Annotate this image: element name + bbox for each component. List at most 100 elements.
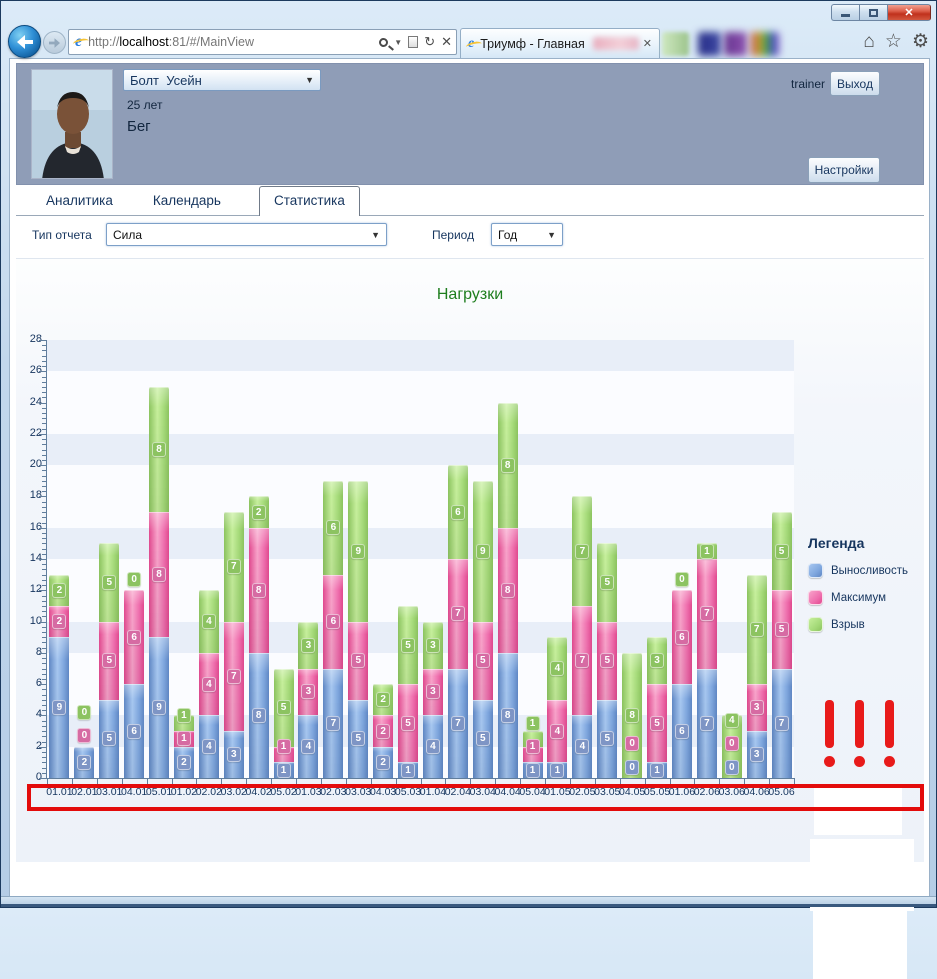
- home-icon[interactable]: ⌂: [863, 31, 874, 53]
- y-minor-tick: [42, 538, 46, 540]
- blurred-shortcut: [751, 32, 779, 56]
- bar-value-badge: 6: [674, 629, 689, 645]
- stop-icon[interactable]: ✕: [441, 34, 452, 50]
- y-minor-tick: [42, 637, 46, 639]
- y-axis-label: 8: [35, 645, 42, 658]
- athlete-name: Болт Усейн: [130, 72, 202, 88]
- report-type-select[interactable]: Сила ▼: [106, 223, 387, 246]
- y-axis-label: 6: [35, 677, 42, 690]
- bar-value-badge: 3: [226, 747, 241, 763]
- bar-value-badge: 4: [550, 661, 565, 676]
- favorites-star-icon[interactable]: ☆: [885, 31, 902, 53]
- bar-value-badge: 7: [749, 621, 764, 637]
- title-bar[interactable]: ✕: [1, 1, 936, 23]
- profile-panel: Болт Усейн ▼ 25 лет Бег trainer Выход На…: [16, 63, 924, 185]
- bar-value-badge: 1: [525, 762, 540, 778]
- compatibility-view-icon[interactable]: [408, 36, 419, 48]
- y-minor-tick: [42, 397, 46, 399]
- search-icon[interactable]: [379, 37, 389, 47]
- bar-value-badge: 2: [176, 754, 191, 770]
- y-minor-tick: [42, 350, 46, 352]
- bar-value-badge: 5: [774, 621, 789, 637]
- bar-value-badge: 4: [575, 739, 590, 755]
- y-minor-tick: [42, 741, 46, 743]
- y-minor-tick: [42, 689, 46, 691]
- minimize-button[interactable]: [831, 4, 859, 21]
- y-minor-tick: [42, 668, 46, 670]
- tools-gear-icon[interactable]: ⚙: [912, 31, 929, 53]
- y-minor-tick: [42, 632, 46, 633]
- chevron-down-icon: ▼: [371, 229, 380, 240]
- y-minor-tick: [42, 522, 46, 524]
- y-minor-tick: [42, 553, 46, 555]
- bar-value-badge: 5: [351, 731, 366, 747]
- legend-item: Максимум: [808, 590, 928, 605]
- y-minor-tick: [42, 720, 46, 722]
- y-minor-tick: [42, 605, 46, 607]
- chart-title: Нагрузки: [436, 286, 504, 303]
- y-minor-tick: [42, 360, 46, 362]
- maximize-button[interactable]: [859, 4, 887, 21]
- bar-value-badge: 7: [450, 606, 465, 622]
- refresh-icon[interactable]: ↻: [424, 34, 435, 50]
- y-minor-tick: [42, 480, 46, 482]
- y-minor-tick: [42, 579, 46, 581]
- bar-value-badge: 1: [525, 715, 540, 731]
- bar-value-badge: 8: [152, 442, 167, 457]
- bar-value-badge: 3: [650, 653, 665, 669]
- bar-value-badge: 4: [201, 739, 216, 755]
- y-minor-tick: [42, 532, 46, 534]
- bar-value-badge: 8: [251, 707, 266, 723]
- search-dropdown-icon[interactable]: ▼: [394, 38, 402, 47]
- y-minor-tick: [42, 486, 46, 487]
- y-minor-tick: [42, 647, 46, 649]
- browser-tab[interactable]: e Триумф - Главная ✕: [460, 28, 660, 58]
- y-axis-label: 24: [29, 395, 42, 408]
- address-bar[interactable]: e http://localhost:81/#/MainView ▼ ↻ ✕: [68, 29, 457, 55]
- logout-button[interactable]: Выход: [830, 71, 880, 96]
- y-minor-tick: [42, 736, 46, 738]
- bar-value-badge: 0: [77, 704, 92, 720]
- bar-value-badge: 3: [425, 637, 440, 653]
- athlete-sport: Бег: [127, 118, 151, 135]
- y-minor-tick: [42, 705, 46, 706]
- y-minor-tick: [42, 355, 46, 357]
- tab-close-icon[interactable]: ✕: [643, 37, 652, 50]
- new-tab-button[interactable]: [662, 32, 689, 56]
- period-select[interactable]: Год ▼: [491, 223, 563, 246]
- y-minor-tick: [42, 642, 46, 644]
- y-minor-tick: [42, 470, 46, 472]
- y-minor-tick: [42, 381, 46, 383]
- tab-Статистика[interactable]: Статистика: [258, 186, 360, 216]
- y-minor-tick: [42, 418, 46, 420]
- y-axis-label: 0: [35, 771, 42, 783]
- y-minor-tick: [42, 725, 46, 727]
- athlete-select[interactable]: Болт Усейн ▼: [123, 69, 321, 91]
- y-minor-tick: [42, 595, 46, 597]
- y-minor-tick: [42, 626, 46, 628]
- bar-value-badge: 4: [724, 712, 739, 728]
- forward-button[interactable]: [43, 31, 66, 54]
- bar-value-badge: 5: [276, 700, 291, 716]
- url-scheme: http://: [88, 35, 120, 49]
- bar-value-badge: 9: [475, 543, 490, 559]
- legend-item: Выносливость: [808, 563, 928, 578]
- bar-value-badge: 4: [201, 614, 216, 630]
- settings-button[interactable]: Настройки: [808, 157, 880, 183]
- close-window-button[interactable]: ✕: [887, 4, 931, 21]
- blurred-tab-text: [592, 37, 639, 50]
- bar-value-badge: 0: [724, 759, 739, 775]
- bar-value-badge: 7: [575, 653, 590, 669]
- tab-Аналитика[interactable]: Аналитика: [32, 187, 127, 215]
- back-button[interactable]: [8, 25, 41, 58]
- bar-value-badge: 6: [127, 629, 142, 645]
- y-minor-tick: [42, 694, 46, 696]
- bar-value-badge: 8: [500, 707, 515, 723]
- bar-value-badge: 6: [326, 520, 341, 536]
- bar-value-badge: 5: [774, 543, 789, 559]
- y-minor-tick: [42, 564, 46, 566]
- y-minor-tick: [42, 772, 46, 774]
- tab-Календарь[interactable]: Календарь: [139, 187, 235, 215]
- bar-value-badge: 5: [401, 715, 416, 731]
- bar-value-badge: 5: [650, 715, 665, 731]
